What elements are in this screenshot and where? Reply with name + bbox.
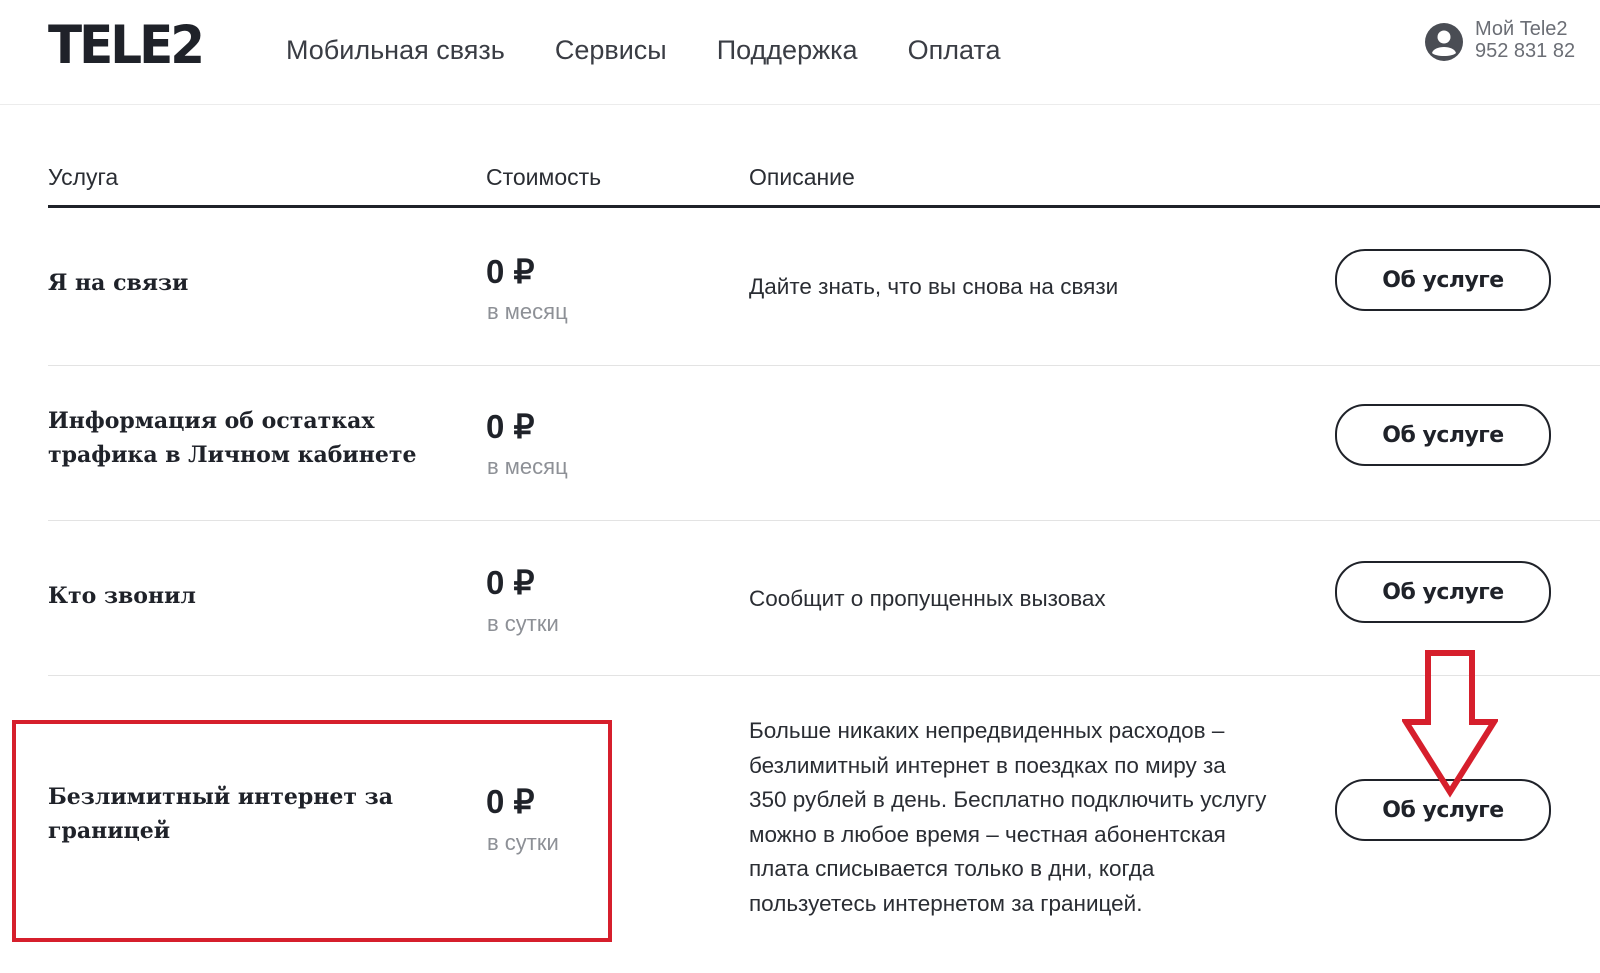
table-header-divider [48, 205, 1600, 208]
column-header-service: Услуга [48, 164, 119, 190]
column-header-description: Описание [749, 164, 855, 190]
service-name: Кто звонил [48, 583, 196, 609]
row-divider [48, 365, 1600, 366]
service-period: в месяц [487, 299, 568, 324]
service-description: Дайте знать, что вы снова на связи [749, 274, 1119, 299]
nav-item-support[interactable]: Поддержка [717, 30, 858, 70]
arrow-down-icon [1402, 650, 1498, 798]
user-avatar-icon [1425, 23, 1463, 61]
service-description: Больше никаких непредвиденных расходов –… [749, 718, 1267, 916]
service-name: Я на связи [48, 270, 189, 296]
row-divider [48, 520, 1600, 521]
site-header: TELE2 Мобильная связь Сервисы Поддержка … [0, 0, 1600, 105]
service-period: в сутки [487, 611, 559, 636]
nav-item-payment[interactable]: Оплата [908, 30, 1001, 70]
about-service-button[interactable]: Об услуге [1335, 404, 1551, 466]
highlight-frame [12, 720, 612, 942]
account-link[interactable]: Мой Tele2 952 831 82 [1424, 18, 1575, 62]
row-divider [48, 675, 1600, 676]
service-price: 0 ₽ [486, 564, 535, 601]
tele2-logo[interactable]: TELE2 [48, 12, 205, 77]
nav-item-mobile[interactable]: Мобильная связь [286, 30, 505, 70]
nav-item-services[interactable]: Сервисы [555, 30, 667, 70]
service-period: в месяц [487, 454, 568, 479]
main-nav: Мобильная связь Сервисы Поддержка Оплата [286, 30, 1050, 70]
account-title: Мой Tele2 [1475, 18, 1568, 40]
about-service-button[interactable]: Об услуге [1335, 561, 1551, 623]
service-price: 0 ₽ [486, 253, 535, 290]
column-header-cost: Стоимость [486, 164, 602, 190]
account-phone: 952 831 82 [1475, 40, 1576, 62]
service-price: 0 ₽ [486, 408, 535, 445]
service-name: Информация об остатках трафика в Личном … [48, 408, 417, 468]
service-description: Сообщит о пропущенных вызовах [749, 586, 1106, 611]
about-service-button[interactable]: Об услуге [1335, 249, 1551, 311]
